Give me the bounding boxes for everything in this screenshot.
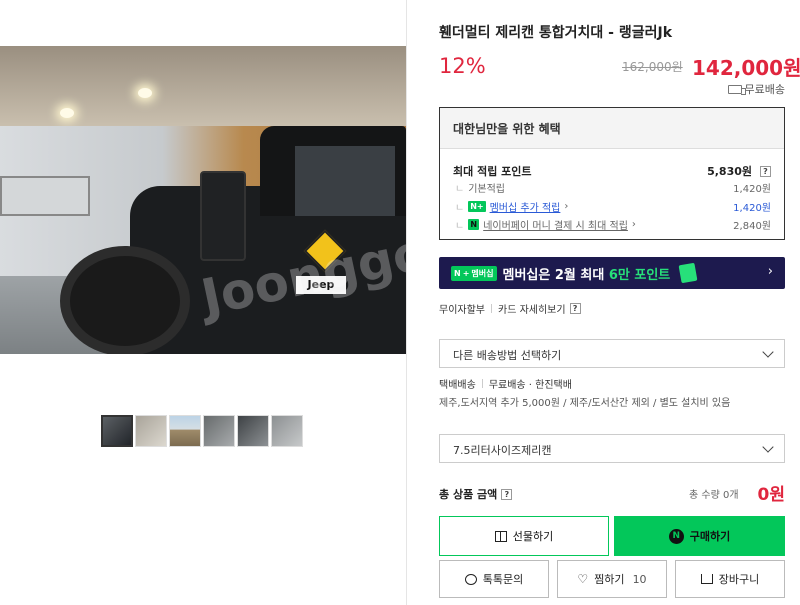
naver-pay-icon: N xyxy=(668,528,684,544)
product-title: 휀더멀티 제리캔 통합거치대 - 랭글러Jk xyxy=(439,25,673,41)
chevron-right-icon: › xyxy=(767,264,773,279)
membership-points-link[interactable]: 멤버십 추가 적립 xyxy=(490,199,561,214)
wishlist-count: 10 xyxy=(632,572,647,586)
tree-branch-icon: ㄴ xyxy=(455,203,465,214)
divider xyxy=(481,379,483,388)
thumbnail-2[interactable] xyxy=(135,415,167,447)
benefit-box: 대한님만을 위한 혜택 최대 적립 포인트 5,830원 ? ㄴ 기본적립 1,… xyxy=(439,107,785,240)
total-label-row: 총 상품 금액 ? xyxy=(439,486,513,502)
membership-tag: N + 멤버십 xyxy=(451,265,497,281)
original-price: 162,000원 xyxy=(622,60,683,74)
benefit-row-npay: ㄴ N 네이버페이 머니 결제 시 최대 적립 › 2,840원 xyxy=(453,217,771,232)
banner-highlight: 6만 포인트 xyxy=(608,267,671,283)
npay-points-link[interactable]: 네이버페이 머니 결제 시 최대 적립 xyxy=(483,217,628,232)
photo-lamp xyxy=(60,108,74,118)
benefit-row-value: 2,840원 xyxy=(733,221,771,232)
card-benefits-link[interactable]: 카드 자세히보기 xyxy=(498,301,566,316)
free-shipping-label: 무료배송 xyxy=(744,83,785,96)
thumbnail-6[interactable] xyxy=(271,415,303,447)
thumbnail-strip xyxy=(101,415,303,447)
chevron-down-icon xyxy=(762,346,774,358)
gift-box-icon xyxy=(678,262,698,284)
option-selected-value: 7.5리터사이즈제리캔 xyxy=(453,444,552,457)
gift-button-label: 선물하기 xyxy=(512,530,554,543)
help-icon[interactable]: ? xyxy=(501,488,513,500)
gift-icon xyxy=(494,530,507,542)
total-quantity: 총 수량 0개 xyxy=(689,490,739,501)
chevron-right-icon: › xyxy=(631,219,636,230)
shipping-method-select[interactable]: 다른 배송방법 선택하기 xyxy=(439,339,785,368)
thumbnail-1[interactable] xyxy=(101,415,133,447)
membership-tag-plus: + xyxy=(462,268,470,278)
shipping-fee: 무료배송 · 한진택배 xyxy=(488,380,572,391)
talk-inquiry-label: 톡톡문의 xyxy=(482,573,524,586)
thumbnail-5[interactable] xyxy=(237,415,269,447)
tree-branch-icon: ㄴ xyxy=(455,184,465,195)
truck-icon xyxy=(727,84,746,95)
buy-button-label: 구매하기 xyxy=(689,530,731,543)
banner-text-prefix: 멤버십은 2월 최대 xyxy=(502,267,609,283)
chat-icon xyxy=(464,573,477,585)
cart-icon xyxy=(700,574,713,584)
payment-links: 무이자할부 카드 자세히보기 ? xyxy=(439,301,581,316)
shipping-note: 제주,도서지역 추가 5,000원 / 제주/도서산간 제외 / 별도 설치비 … xyxy=(439,398,731,409)
help-icon[interactable]: ? xyxy=(569,303,581,314)
divider xyxy=(491,304,492,313)
benefit-row-basic: ㄴ 기본적립 1,420원 xyxy=(453,180,771,195)
help-icon[interactable]: ? xyxy=(760,165,771,177)
talk-inquiry-button[interactable]: 톡톡문의 xyxy=(439,560,549,598)
photo-lamp xyxy=(138,88,152,98)
chevron-right-icon: › xyxy=(564,201,569,212)
wishlist-button[interactable]: ♡ 찜하기 10 xyxy=(557,560,667,598)
chevron-down-icon xyxy=(762,441,774,453)
shipping-select-label: 다른 배송방법 선택하기 xyxy=(453,349,562,362)
tree-branch-icon: ㄴ xyxy=(455,221,465,232)
naver-plus-badge-icon: N+ xyxy=(468,201,486,212)
sale-price: 142,000원 xyxy=(692,56,800,80)
heart-icon: ♡ xyxy=(577,572,589,586)
wishlist-label: 찜하기 xyxy=(594,573,625,586)
product-gallery: Jeep Joonggo xyxy=(0,0,407,605)
thumbnail-4[interactable] xyxy=(203,415,235,447)
main-product-photo[interactable]: Jeep Joonggo xyxy=(0,46,406,354)
jeep-tire xyxy=(60,246,190,354)
option-select[interactable]: 7.5리터사이즈제리캔 xyxy=(439,434,785,463)
free-shipping-badge: 무료배송 xyxy=(727,81,785,97)
max-points-label: 최대 적립 포인트 xyxy=(453,165,532,178)
jerry-can xyxy=(200,171,246,261)
naver-pay-badge-icon: N xyxy=(468,219,480,230)
total-label: 총 상품 금액 xyxy=(439,488,498,501)
total-price: 0원 xyxy=(757,485,785,505)
membership-tag-text: 멤버십 xyxy=(471,268,494,278)
thumbnail-3[interactable] xyxy=(169,415,201,447)
jeep-window xyxy=(295,146,395,216)
banner-text: 멤버십은 2월 최대 6만 포인트 xyxy=(503,264,671,283)
interest-free-link[interactable]: 무이자할부 xyxy=(439,301,485,316)
max-points-value: 5,830원 xyxy=(707,165,752,178)
benefit-row-membership: ㄴ N+ 멤버십 추가 적립 › 1,420원 xyxy=(453,199,771,214)
cart-button-label: 장바구니 xyxy=(718,573,760,586)
membership-banner[interactable]: N + 멤버십 멤버십은 2월 최대 6만 포인트 › xyxy=(439,257,785,289)
membership-tag-n: N xyxy=(454,268,461,278)
discount-rate: 12% xyxy=(439,54,486,78)
benefit-row-label: 기본적립 xyxy=(468,184,506,195)
shipping-method: 택배배송 xyxy=(439,380,476,391)
benefit-heading: 대한님만을 위한 혜택 xyxy=(440,108,784,149)
gift-button[interactable]: 선물하기 xyxy=(439,516,609,556)
max-points-row: 최대 적립 포인트 5,830원 ? xyxy=(453,163,771,179)
shipping-info: 택배배송 무료배송 · 한진택배 xyxy=(439,376,572,391)
buy-button[interactable]: N 구매하기 xyxy=(614,516,785,556)
benefit-row-value: 1,420원 xyxy=(733,203,771,214)
cart-button[interactable]: 장바구니 xyxy=(675,560,785,598)
benefit-row-value: 1,420원 xyxy=(733,184,771,195)
